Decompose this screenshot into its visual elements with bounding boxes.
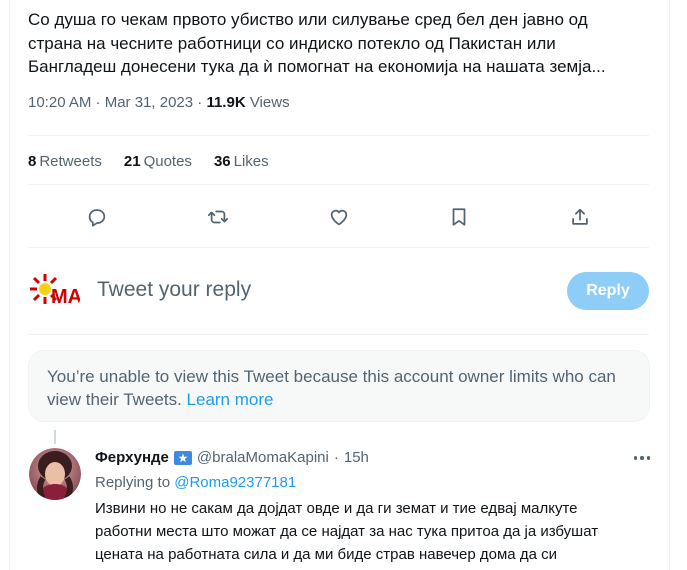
retweet-icon[interactable] bbox=[199, 198, 237, 236]
divider bbox=[28, 247, 649, 248]
reply-input[interactable]: Tweet your reply bbox=[97, 278, 251, 302]
tweet-meta: 10:20 AM · Mar 31, 2023 · 11.9K Views bbox=[28, 94, 290, 111]
divider bbox=[28, 334, 649, 335]
notice-text: You’re unable to view this Tweet because… bbox=[47, 367, 616, 409]
share-icon[interactable] bbox=[561, 198, 599, 236]
more-options-icon[interactable] bbox=[630, 448, 654, 468]
replying-to-link[interactable]: @Roma92377181 bbox=[174, 474, 296, 491]
reply-button[interactable]: Reply bbox=[567, 272, 649, 310]
reply-time[interactable]: 15h bbox=[344, 449, 369, 466]
replying-to: Replying to @Roma92377181 bbox=[95, 474, 297, 491]
star-flag-icon bbox=[173, 450, 192, 465]
divider bbox=[28, 135, 649, 136]
reply-text: Извини но не сакам да дојдат овде и да г… bbox=[95, 500, 599, 563]
tweet-actions bbox=[28, 198, 649, 236]
tweet-time[interactable]: 10:20 AM · Mar 31, 2023 bbox=[28, 94, 193, 111]
divider bbox=[28, 184, 649, 185]
reply-author-name[interactable]: Ферхунде bbox=[95, 449, 169, 466]
views-label: Views bbox=[249, 94, 290, 111]
restricted-tweet-notice: You’re unable to view this Tweet because… bbox=[28, 350, 650, 422]
avatar[interactable] bbox=[29, 448, 81, 500]
reply-header: Ферхунде @bralaMomaKapini · 15h bbox=[95, 449, 369, 466]
views-count: 11.9K bbox=[206, 94, 246, 111]
thread-line bbox=[54, 430, 56, 444]
likes-stat[interactable]: 36 Likes bbox=[214, 153, 269, 170]
user-avatar[interactable]: MA bbox=[29, 267, 81, 319]
reply-icon[interactable] bbox=[78, 198, 116, 236]
bookmark-icon[interactable] bbox=[440, 198, 478, 236]
tweet-text: Со душа го чекам првото убиство или силу… bbox=[28, 10, 606, 76]
quotes-stat[interactable]: 21 Quotes bbox=[124, 153, 192, 170]
reply-author-handle[interactable]: @bralaMomaKapini bbox=[197, 449, 329, 466]
avatar-logo-text: MA bbox=[51, 286, 81, 308]
like-icon[interactable] bbox=[320, 198, 358, 236]
retweets-stat[interactable]: 8 Retweets bbox=[28, 153, 102, 170]
tweet-stats: 8 Retweets 21 Quotes 36 Likes bbox=[28, 153, 269, 170]
learn-more-link[interactable]: Learn more bbox=[187, 390, 274, 409]
